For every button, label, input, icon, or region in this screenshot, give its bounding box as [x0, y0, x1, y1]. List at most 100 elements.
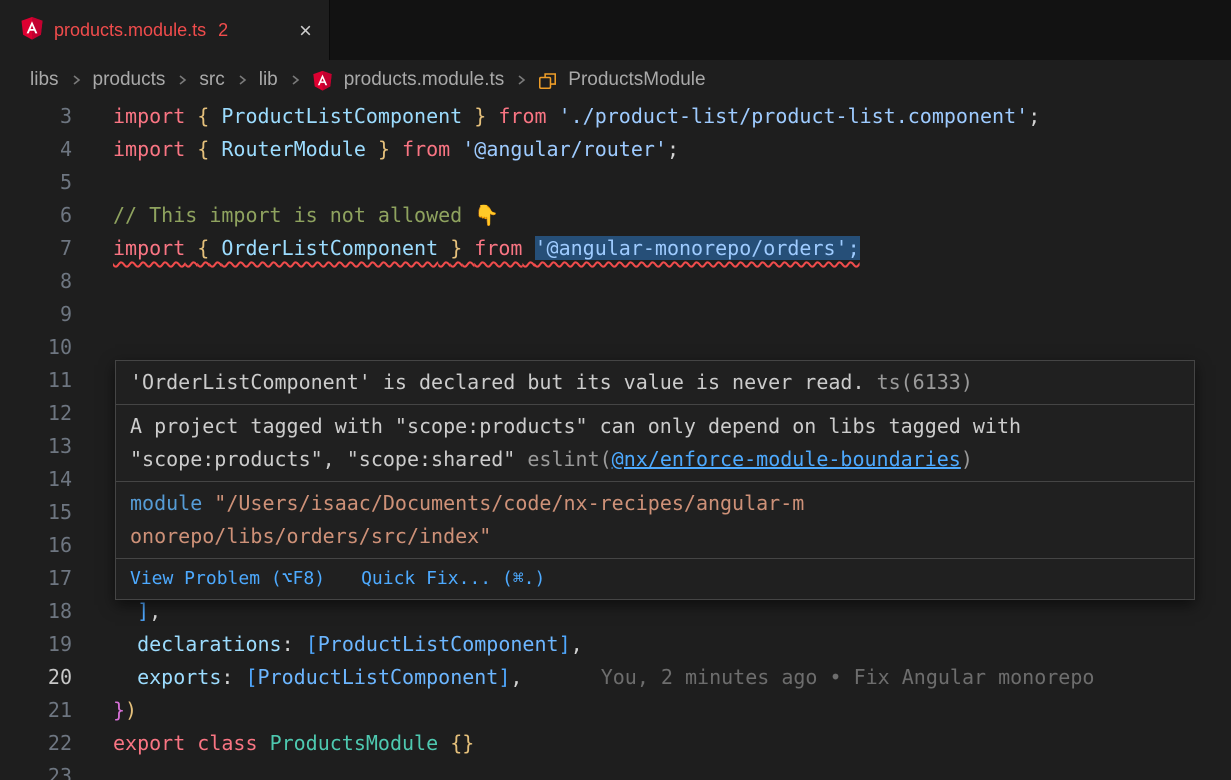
code-content: import { ProductListComponent } from './… — [113, 100, 1231, 133]
code-line-22[interactable]: 22 export class ProductsModule {} — [0, 727, 1231, 760]
code-line-8[interactable]: 8 — [0, 265, 1231, 298]
token — [113, 599, 137, 623]
hover-module-info: module "/Users/isaac/Documents/code/nx-r… — [116, 482, 1194, 558]
line-number[interactable]: 14 — [0, 463, 72, 496]
chevron-right-icon — [70, 73, 82, 87]
code-line-6[interactable]: 6 // This import is not allowed 👇 — [0, 199, 1231, 232]
editor: 3 import { ProductListComponent } from '.… — [0, 100, 1231, 780]
tab-title: products.module.ts — [54, 20, 206, 41]
token — [258, 731, 270, 755]
token: import — [113, 137, 185, 161]
line-number[interactable]: 13 — [0, 430, 72, 463]
breadcrumb-item-src[interactable]: src — [199, 69, 224, 91]
code-line-20[interactable]: 20 exports: [ProductListComponent],You, … — [0, 661, 1231, 694]
token: , — [149, 599, 161, 623]
line-number[interactable]: 16 — [0, 529, 72, 562]
code-tokens: ], — [113, 599, 161, 623]
line-number[interactable]: 18 — [0, 595, 72, 628]
tab-products-module[interactable]: products.module.ts 2 — [0, 0, 330, 60]
ts-diagnostic-code: ts(6133) — [877, 370, 973, 394]
token: ; — [1028, 104, 1040, 128]
token: RouterModule — [221, 137, 366, 161]
line-number[interactable]: 20 — [0, 661, 72, 694]
breadcrumb-item-lib[interactable]: lib — [259, 69, 278, 91]
angular-icon — [20, 16, 44, 45]
line-number[interactable]: 10 — [0, 331, 72, 364]
tab-close-icon[interactable] — [298, 23, 313, 38]
token: ] — [137, 599, 149, 623]
line-number[interactable]: 3 — [0, 100, 72, 133]
token — [390, 137, 402, 161]
token: ] — [559, 632, 571, 656]
token: from — [402, 137, 450, 161]
line-number[interactable]: 15 — [0, 496, 72, 529]
code-line-3[interactable]: 3 import { ProductListComponent } from '.… — [0, 100, 1231, 133]
breadcrumb-item-libs[interactable]: libs — [30, 69, 59, 91]
token: [ — [245, 665, 257, 689]
code-content — [113, 265, 1231, 298]
code-line-5[interactable]: 5 — [0, 166, 1231, 199]
tab-problems-badge: 2 — [218, 20, 228, 41]
hover-ts-diagnostic: 'OrderListComponent' is declared but its… — [116, 361, 1194, 404]
chevron-right-icon — [236, 73, 248, 87]
token: './product-list/product-list.component' — [559, 104, 1029, 128]
token: '@angular-monorepo/orders'; — [535, 236, 860, 260]
token — [185, 104, 197, 128]
line-number[interactable]: 11 — [0, 364, 72, 397]
line-number[interactable]: 8 — [0, 265, 72, 298]
token: OrderListComponent — [221, 236, 438, 260]
token — [462, 104, 474, 128]
line-number[interactable]: 12 — [0, 397, 72, 430]
token — [113, 632, 137, 656]
code-line-9[interactable]: 9 — [0, 298, 1231, 331]
token: '@angular/router' — [462, 137, 667, 161]
line-number[interactable]: 9 — [0, 298, 72, 331]
code-line-19[interactable]: 19 declarations: [ProductListComponent], — [0, 628, 1231, 661]
code-line-21[interactable]: 21}) — [0, 694, 1231, 727]
code-line-7[interactable]: 7import { OrderListComponent } from '@an… — [0, 232, 1231, 265]
breadcrumb-item-products[interactable]: products — [93, 69, 166, 91]
token: { — [197, 236, 209, 260]
line-number[interactable]: 7 — [0, 232, 72, 265]
line-number[interactable]: 6 — [0, 199, 72, 232]
token: ProductsModule — [270, 731, 439, 755]
token — [547, 104, 559, 128]
line-number[interactable]: 22 — [0, 727, 72, 760]
chevron-right-icon — [515, 73, 527, 87]
code-line-4[interactable]: 4import { RouterModule } from '@angular/… — [0, 133, 1231, 166]
line-number[interactable]: 23 — [0, 760, 72, 780]
token — [486, 104, 498, 128]
token: import — [113, 236, 185, 260]
token — [438, 731, 450, 755]
git-blame-annotation: You, 2 minutes ago • Fix Angular monorep… — [601, 665, 1095, 689]
token: , — [510, 665, 522, 689]
code-content: export class ProductsModule {} — [113, 727, 1231, 760]
breadcrumb-item-symbol[interactable]: ProductsModule — [568, 69, 705, 91]
token: ; — [667, 137, 679, 161]
chevron-right-icon — [289, 73, 301, 87]
token: ) — [125, 698, 137, 722]
hover-actions: View Problem (⌥F8) Quick Fix... (⌘.) — [116, 559, 1194, 599]
token: // This import is not allowed 👇 — [113, 203, 499, 227]
breadcrumb: libs products src lib products.module.ts… — [0, 60, 1231, 100]
line-number[interactable]: 5 — [0, 166, 72, 199]
module-keyword: module — [130, 491, 202, 515]
token: declarations — [137, 632, 282, 656]
token — [185, 236, 197, 260]
breadcrumb-item-file[interactable]: products.module.ts — [344, 69, 505, 91]
ts-diagnostic-message: 'OrderListComponent' is declared but its… — [130, 370, 865, 394]
token: : — [282, 632, 306, 656]
view-problem-button[interactable]: View Problem (⌥F8) — [130, 565, 325, 593]
line-number[interactable]: 19 — [0, 628, 72, 661]
line-number[interactable]: 4 — [0, 133, 72, 166]
quick-fix-button[interactable]: Quick Fix... (⌘.) — [361, 565, 545, 593]
code-content: // This import is not allowed 👇 — [113, 199, 1231, 232]
code-line-23[interactable]: 23 — [0, 760, 1231, 780]
token: ProductListComponent — [258, 665, 499, 689]
token — [113, 665, 137, 689]
line-number[interactable]: 21 — [0, 694, 72, 727]
line-number[interactable]: 17 — [0, 562, 72, 595]
token — [522, 236, 534, 260]
chevron-right-icon — [176, 73, 188, 87]
eslint-rule-link[interactable]: @nx/enforce-module-boundaries — [612, 447, 961, 471]
